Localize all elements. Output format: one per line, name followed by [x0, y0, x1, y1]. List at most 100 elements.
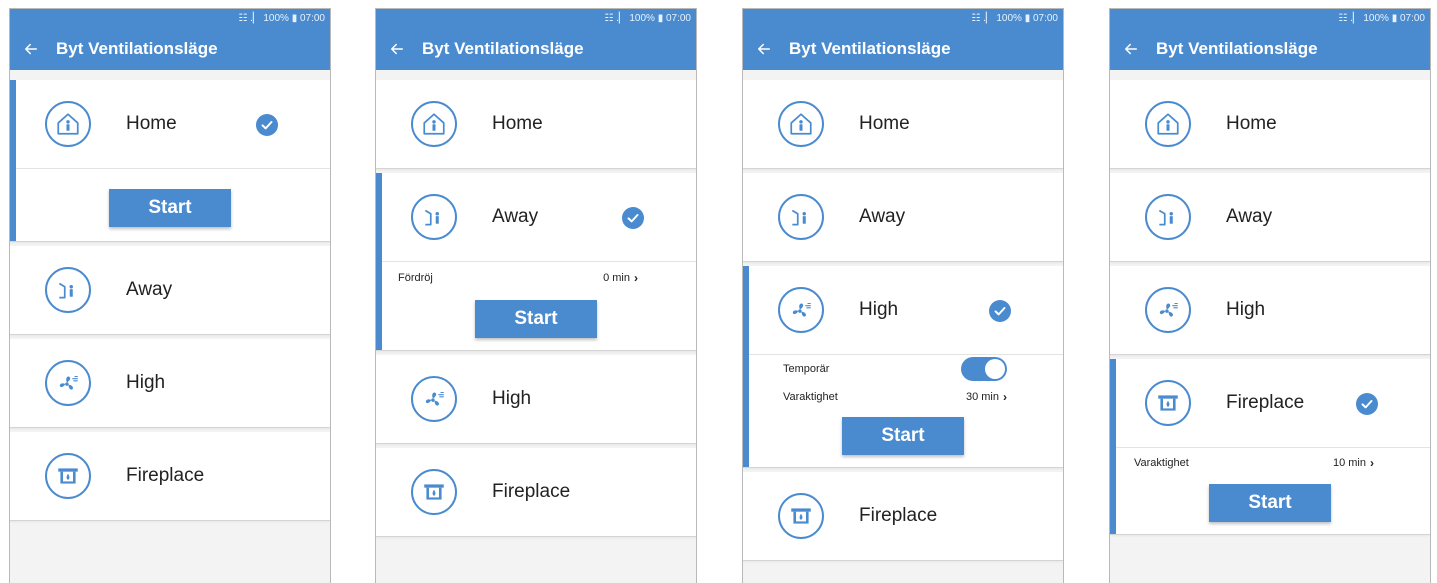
away-icon: [778, 194, 824, 240]
fireplace-icon: [411, 469, 457, 515]
back-arrow-icon[interactable]: [1120, 38, 1142, 60]
away-icon: [411, 194, 457, 240]
mode-options: Start: [10, 168, 330, 241]
mode-card-high[interactable]: High Temporär Varaktighet 30 min › Start: [743, 266, 1063, 467]
page-title: Byt Ventilationsläge: [422, 39, 584, 58]
start-button[interactable]: Start: [1209, 484, 1331, 522]
mode-card-fireplace[interactable]: Fireplace Varaktighet 10 min › Start: [1110, 359, 1430, 534]
mode-label-high: High: [1226, 299, 1266, 320]
duration-row[interactable]: Varaktighet 10 min ›: [1110, 448, 1430, 478]
fireplace-icon: [778, 493, 824, 539]
status-bar: ☷ .▏ 100% ▮ 07:00: [1110, 9, 1430, 28]
chevron-right-icon: ›: [1003, 390, 1007, 404]
status-bar: ☷ .▏ 100% ▮ 07:00: [376, 9, 696, 28]
temporary-toggle[interactable]: [961, 357, 1007, 381]
mode-card-away[interactable]: Away Fördröj 0 min › Start: [376, 173, 696, 350]
selected-check-icon: [622, 207, 644, 229]
mode-card-high[interactable]: High: [376, 355, 696, 443]
mode-label-away: Away: [859, 206, 906, 227]
app-bar: Byt Ventilationsläge: [743, 28, 1063, 70]
back-arrow-icon[interactable]: [753, 38, 775, 60]
mode-card-home[interactable]: Home: [376, 80, 696, 168]
mode-label-fireplace: Fireplace: [1226, 392, 1305, 413]
selected-check-icon: [256, 114, 278, 136]
mode-card-home[interactable]: Home: [743, 80, 1063, 168]
back-arrow-icon[interactable]: [20, 38, 42, 60]
fan-icon: [1145, 287, 1191, 333]
mode-options: Fördröj 0 min › Start: [376, 261, 696, 350]
app-bar: Byt Ventilationsläge: [1110, 28, 1430, 70]
mode-label-home: Home: [1226, 113, 1277, 134]
temporary-label: Temporär: [783, 363, 830, 375]
mode-label-away: Away: [492, 206, 539, 227]
delay-value: 0 min: [603, 272, 630, 284]
start-button[interactable]: Start: [842, 417, 964, 455]
mode-list: Home Away High Temporär Varaktighet 30 m…: [743, 70, 1063, 560]
mode-label-away: Away: [1226, 206, 1273, 227]
mode-label-fireplace: Fireplace: [492, 481, 571, 502]
duration-label: Varaktighet: [783, 391, 838, 403]
mode-options: Temporär Varaktighet 30 min › Start: [743, 354, 1063, 467]
mode-options: Varaktighet 10 min › Start: [1110, 447, 1430, 534]
fireplace-icon: [45, 453, 91, 499]
mode-card-away[interactable]: Away: [743, 173, 1063, 261]
home-icon: [411, 101, 457, 147]
mode-label-home: Home: [126, 113, 177, 134]
mode-label-home: Home: [859, 113, 910, 134]
mode-label-fireplace: Fireplace: [859, 505, 938, 526]
app-bar: Byt Ventilationsläge: [376, 28, 696, 70]
status-bar: ☷ .▏ 100% ▮ 07:00: [743, 9, 1063, 28]
duration-value: 30 min: [965, 391, 999, 403]
home-icon: [1145, 101, 1191, 147]
home-icon: [778, 101, 824, 147]
start-button[interactable]: Start: [475, 300, 597, 338]
selected-check-icon: [1356, 393, 1378, 415]
back-arrow-icon[interactable]: [386, 38, 408, 60]
mode-label-away: Away: [126, 279, 173, 300]
duration-value: 10 min: [1332, 457, 1366, 469]
mode-list: Home Away High Fireplace Varaktighet 10 …: [1110, 70, 1430, 534]
mode-card-home[interactable]: Home Start: [10, 80, 330, 241]
duration-label: Varaktighet: [1134, 457, 1189, 469]
phone-screen-away: ☷ .▏ 100% ▮ 07:00 Byt Ventilationsläge H…: [375, 8, 697, 583]
chevron-right-icon: ›: [1370, 456, 1374, 470]
toggle-knob: [985, 359, 1005, 379]
mode-list: Home Start Away High Fireplace: [10, 70, 330, 520]
mode-label-high: High: [859, 299, 899, 320]
mode-card-home[interactable]: Home: [1110, 80, 1430, 168]
home-icon: [45, 101, 91, 147]
temporary-row: Temporär: [743, 355, 1063, 383]
status-bar: ☷ .▏ 100% ▮ 07:00: [10, 9, 330, 28]
fan-icon: [778, 287, 824, 333]
app-bar: Byt Ventilationsläge: [10, 28, 330, 70]
page-title: Byt Ventilationsläge: [789, 39, 951, 58]
mode-card-high[interactable]: High: [1110, 266, 1430, 354]
delay-row[interactable]: Fördröj 0 min ›: [376, 262, 696, 294]
page-title: Byt Ventilationsläge: [1156, 39, 1318, 58]
phone-screen-home: ☷ .▏ 100% ▮ 07:00 Byt Ventilationsläge H…: [9, 8, 331, 583]
fan-icon: [411, 376, 457, 422]
phone-screen-fireplace: ☷ .▏ 100% ▮ 07:00 Byt Ventilationsläge H…: [1109, 8, 1431, 583]
mode-label-home: Home: [492, 113, 543, 134]
away-icon: [1145, 194, 1191, 240]
mode-card-fireplace[interactable]: Fireplace: [10, 432, 330, 520]
mode-label-high: High: [126, 372, 166, 393]
selected-check-icon: [989, 300, 1011, 322]
mode-list: Home Away Fördröj 0 min › Start High Fir…: [376, 70, 696, 536]
mode-card-away[interactable]: Away: [10, 246, 330, 334]
away-icon: [45, 267, 91, 313]
mode-card-high[interactable]: High: [10, 339, 330, 427]
mode-card-away[interactable]: Away: [1110, 173, 1430, 261]
phone-screen-high: ☷ .▏ 100% ▮ 07:00 Byt Ventilationsläge H…: [742, 8, 1064, 583]
mode-card-fireplace[interactable]: Fireplace: [376, 448, 696, 536]
mode-card-fireplace[interactable]: Fireplace: [743, 472, 1063, 560]
fireplace-icon: [1145, 380, 1191, 426]
fan-icon: [45, 360, 91, 406]
start-button[interactable]: Start: [109, 189, 231, 227]
mode-label-high: High: [492, 388, 532, 409]
duration-row[interactable]: Varaktighet 30 min ›: [743, 383, 1063, 411]
chevron-right-icon: ›: [634, 271, 638, 285]
mode-label-fireplace: Fireplace: [126, 465, 205, 486]
delay-label: Fördröj: [398, 272, 433, 284]
page-title: Byt Ventilationsläge: [56, 39, 218, 58]
